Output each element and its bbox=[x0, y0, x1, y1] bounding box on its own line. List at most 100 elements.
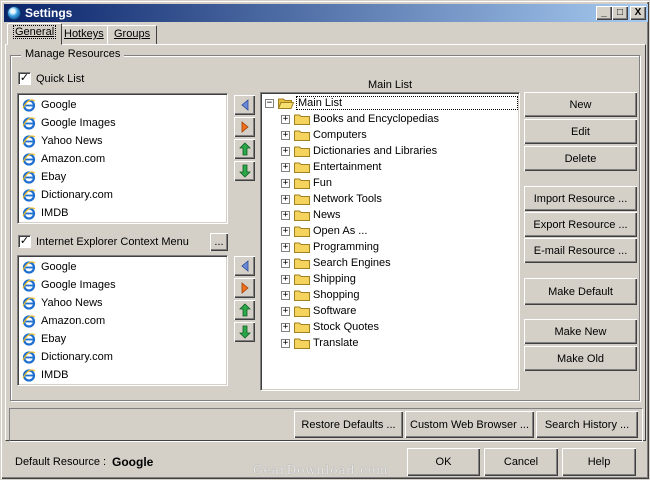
ie-context-move-down-button[interactable] bbox=[234, 322, 255, 342]
tree-item-folder[interactable]: + Open As ... bbox=[281, 223, 367, 239]
tree-item-folder[interactable]: + Programming bbox=[281, 239, 379, 255]
list-item[interactable]: Google bbox=[18, 258, 227, 276]
tab-general[interactable]: General bbox=[7, 23, 63, 45]
quick-list-move-right-button[interactable] bbox=[234, 117, 255, 137]
ie-context-list-box[interactable]: Google Google Images Yahoo News Amazon.com E… bbox=[17, 255, 228, 386]
list-item[interactable]: Yahoo News bbox=[18, 294, 227, 312]
list-item[interactable]: Google bbox=[18, 96, 227, 114]
tree-item-folder[interactable]: + News bbox=[281, 207, 341, 223]
expand-icon[interactable]: + bbox=[281, 306, 290, 316]
list-item[interactable]: IMDB bbox=[18, 366, 227, 384]
quick-list-checkbox[interactable]: ✓ bbox=[18, 72, 31, 85]
tree-item-folder[interactable]: + Shopping bbox=[281, 287, 360, 303]
restore-defaults-button[interactable]: Restore Defaults ... bbox=[294, 411, 403, 438]
tree-item-folder[interactable]: + Shipping bbox=[281, 271, 356, 287]
tree-item-folder[interactable]: + Search Engines bbox=[281, 255, 391, 271]
tree-item-label: Programming bbox=[313, 241, 380, 253]
quick-list-move-left-button[interactable] bbox=[234, 95, 255, 115]
tree-item-folder[interactable]: + Books and Encyclopedias bbox=[281, 111, 439, 127]
tree-item-label: News bbox=[313, 209, 341, 221]
expand-icon[interactable]: + bbox=[281, 258, 290, 268]
quick-list-move-down-button[interactable] bbox=[234, 161, 255, 181]
tree-item-folder[interactable]: + Network Tools bbox=[281, 191, 382, 207]
custom-web-browser-button[interactable]: Custom Web Browser ... bbox=[405, 411, 534, 438]
expand-icon[interactable]: + bbox=[281, 242, 290, 252]
list-item[interactable]: Amazon.com bbox=[18, 150, 227, 168]
list-item-label: Yahoo News bbox=[41, 135, 103, 147]
list-item[interactable]: IMDB bbox=[18, 204, 227, 222]
list-item-label: Dictionary.com bbox=[41, 189, 113, 201]
list-item-label: Ebay bbox=[41, 171, 67, 183]
ie-context-move-left-button[interactable] bbox=[234, 256, 255, 276]
edit-button[interactable]: Edit bbox=[524, 119, 637, 144]
delete-button[interactable]: Delete bbox=[524, 146, 637, 171]
tree-item-folder[interactable]: + Dictionaries and Libraries bbox=[281, 143, 437, 159]
import-resource-button[interactable]: Import Resource ... bbox=[524, 186, 637, 211]
list-item-label: IMDB bbox=[41, 369, 69, 381]
search-history-button[interactable]: Search History ... bbox=[536, 411, 638, 438]
expand-icon[interactable]: + bbox=[281, 274, 290, 284]
expand-icon[interactable]: + bbox=[281, 322, 290, 332]
tree-item-folder[interactable]: + Computers bbox=[281, 127, 367, 143]
list-item[interactable]: Ebay bbox=[18, 168, 227, 186]
arrow-up-icon bbox=[238, 142, 251, 156]
quick-list-move-up-button[interactable] bbox=[234, 139, 255, 159]
cancel-button[interactable]: Cancel bbox=[484, 448, 558, 476]
ie-context-browse-button[interactable]: ... bbox=[210, 233, 228, 251]
list-item[interactable]: Dictionary.com bbox=[18, 348, 227, 366]
tab-groups[interactable]: Groups bbox=[107, 25, 158, 44]
list-item[interactable]: Google Images bbox=[18, 114, 227, 132]
tree-item-label: Translate bbox=[313, 337, 359, 349]
close-button[interactable]: X bbox=[630, 6, 646, 20]
ie-resource-icon bbox=[22, 188, 36, 202]
tree-item-folder[interactable]: + Entertainment bbox=[281, 159, 381, 175]
expand-icon[interactable]: + bbox=[281, 130, 290, 140]
list-item[interactable]: Ebay bbox=[18, 330, 227, 348]
tree-item-folder[interactable]: + Stock Quotes bbox=[281, 319, 379, 335]
quick-list-checkbox-row[interactable]: ✓ Quick List bbox=[18, 72, 84, 85]
expand-icon[interactable]: + bbox=[281, 194, 290, 204]
list-item-label: Amazon.com bbox=[41, 153, 106, 165]
expand-icon[interactable]: + bbox=[281, 114, 290, 124]
expand-icon[interactable]: + bbox=[281, 226, 290, 236]
email-resource-button[interactable]: E-mail Resource ... bbox=[524, 238, 637, 263]
make-default-button[interactable]: Make Default bbox=[524, 278, 637, 305]
tree-item-folder[interactable]: + Translate bbox=[281, 335, 358, 351]
ie-context-move-right-button[interactable] bbox=[234, 278, 255, 298]
collapse-icon[interactable]: − bbox=[265, 98, 274, 108]
list-item[interactable]: Yahoo News bbox=[18, 132, 227, 150]
expand-icon[interactable]: + bbox=[281, 210, 290, 220]
make-new-button[interactable]: Make New bbox=[524, 319, 637, 344]
tree-item-folder[interactable]: + Fun bbox=[281, 175, 332, 191]
tree-item-label: Stock Quotes bbox=[313, 321, 380, 333]
maximize-button[interactable]: □ bbox=[612, 6, 628, 20]
list-item[interactable]: Google Images bbox=[18, 276, 227, 294]
expand-icon[interactable]: + bbox=[281, 162, 290, 172]
help-button[interactable]: Help bbox=[562, 448, 636, 476]
new-button[interactable]: New bbox=[524, 92, 637, 117]
ie-resource-icon bbox=[22, 152, 36, 166]
main-list-tree[interactable]: − Main List + Books and Encyclopedias + Compu… bbox=[260, 92, 520, 391]
expand-icon[interactable]: + bbox=[281, 338, 290, 348]
tab-hotkeys[interactable]: Hotkeys bbox=[57, 25, 111, 44]
tree-root-main-list[interactable]: − Main List bbox=[265, 95, 518, 111]
ie-context-checkbox[interactable]: ✓ bbox=[18, 235, 31, 248]
title-bar[interactable]: Settings _ □ X bbox=[4, 4, 648, 22]
list-item[interactable]: Dictionary.com bbox=[18, 186, 227, 204]
ie-context-move-up-button[interactable] bbox=[234, 300, 255, 320]
make-old-button[interactable]: Make Old bbox=[524, 346, 637, 371]
ok-button[interactable]: OK bbox=[407, 448, 480, 476]
minimize-button[interactable]: _ bbox=[596, 6, 612, 20]
arrow-up-icon bbox=[238, 303, 251, 317]
tree-item-folder[interactable]: + Software bbox=[281, 303, 356, 319]
tree-item-label: Fun bbox=[313, 177, 332, 189]
expand-icon[interactable]: + bbox=[281, 290, 290, 300]
list-item[interactable]: Amazon.com bbox=[18, 312, 227, 330]
quick-list-box[interactable]: Google Google Images Yahoo News Amazon.com E… bbox=[17, 93, 228, 224]
expand-icon[interactable]: + bbox=[281, 146, 290, 156]
ie-resource-icon bbox=[22, 296, 36, 310]
list-item-label: Google Images bbox=[41, 279, 116, 291]
ie-context-checkbox-row[interactable]: ✓ Internet Explorer Context Menu bbox=[18, 235, 189, 248]
expand-icon[interactable]: + bbox=[281, 178, 290, 188]
export-resource-button[interactable]: Export Resource ... bbox=[524, 212, 637, 237]
